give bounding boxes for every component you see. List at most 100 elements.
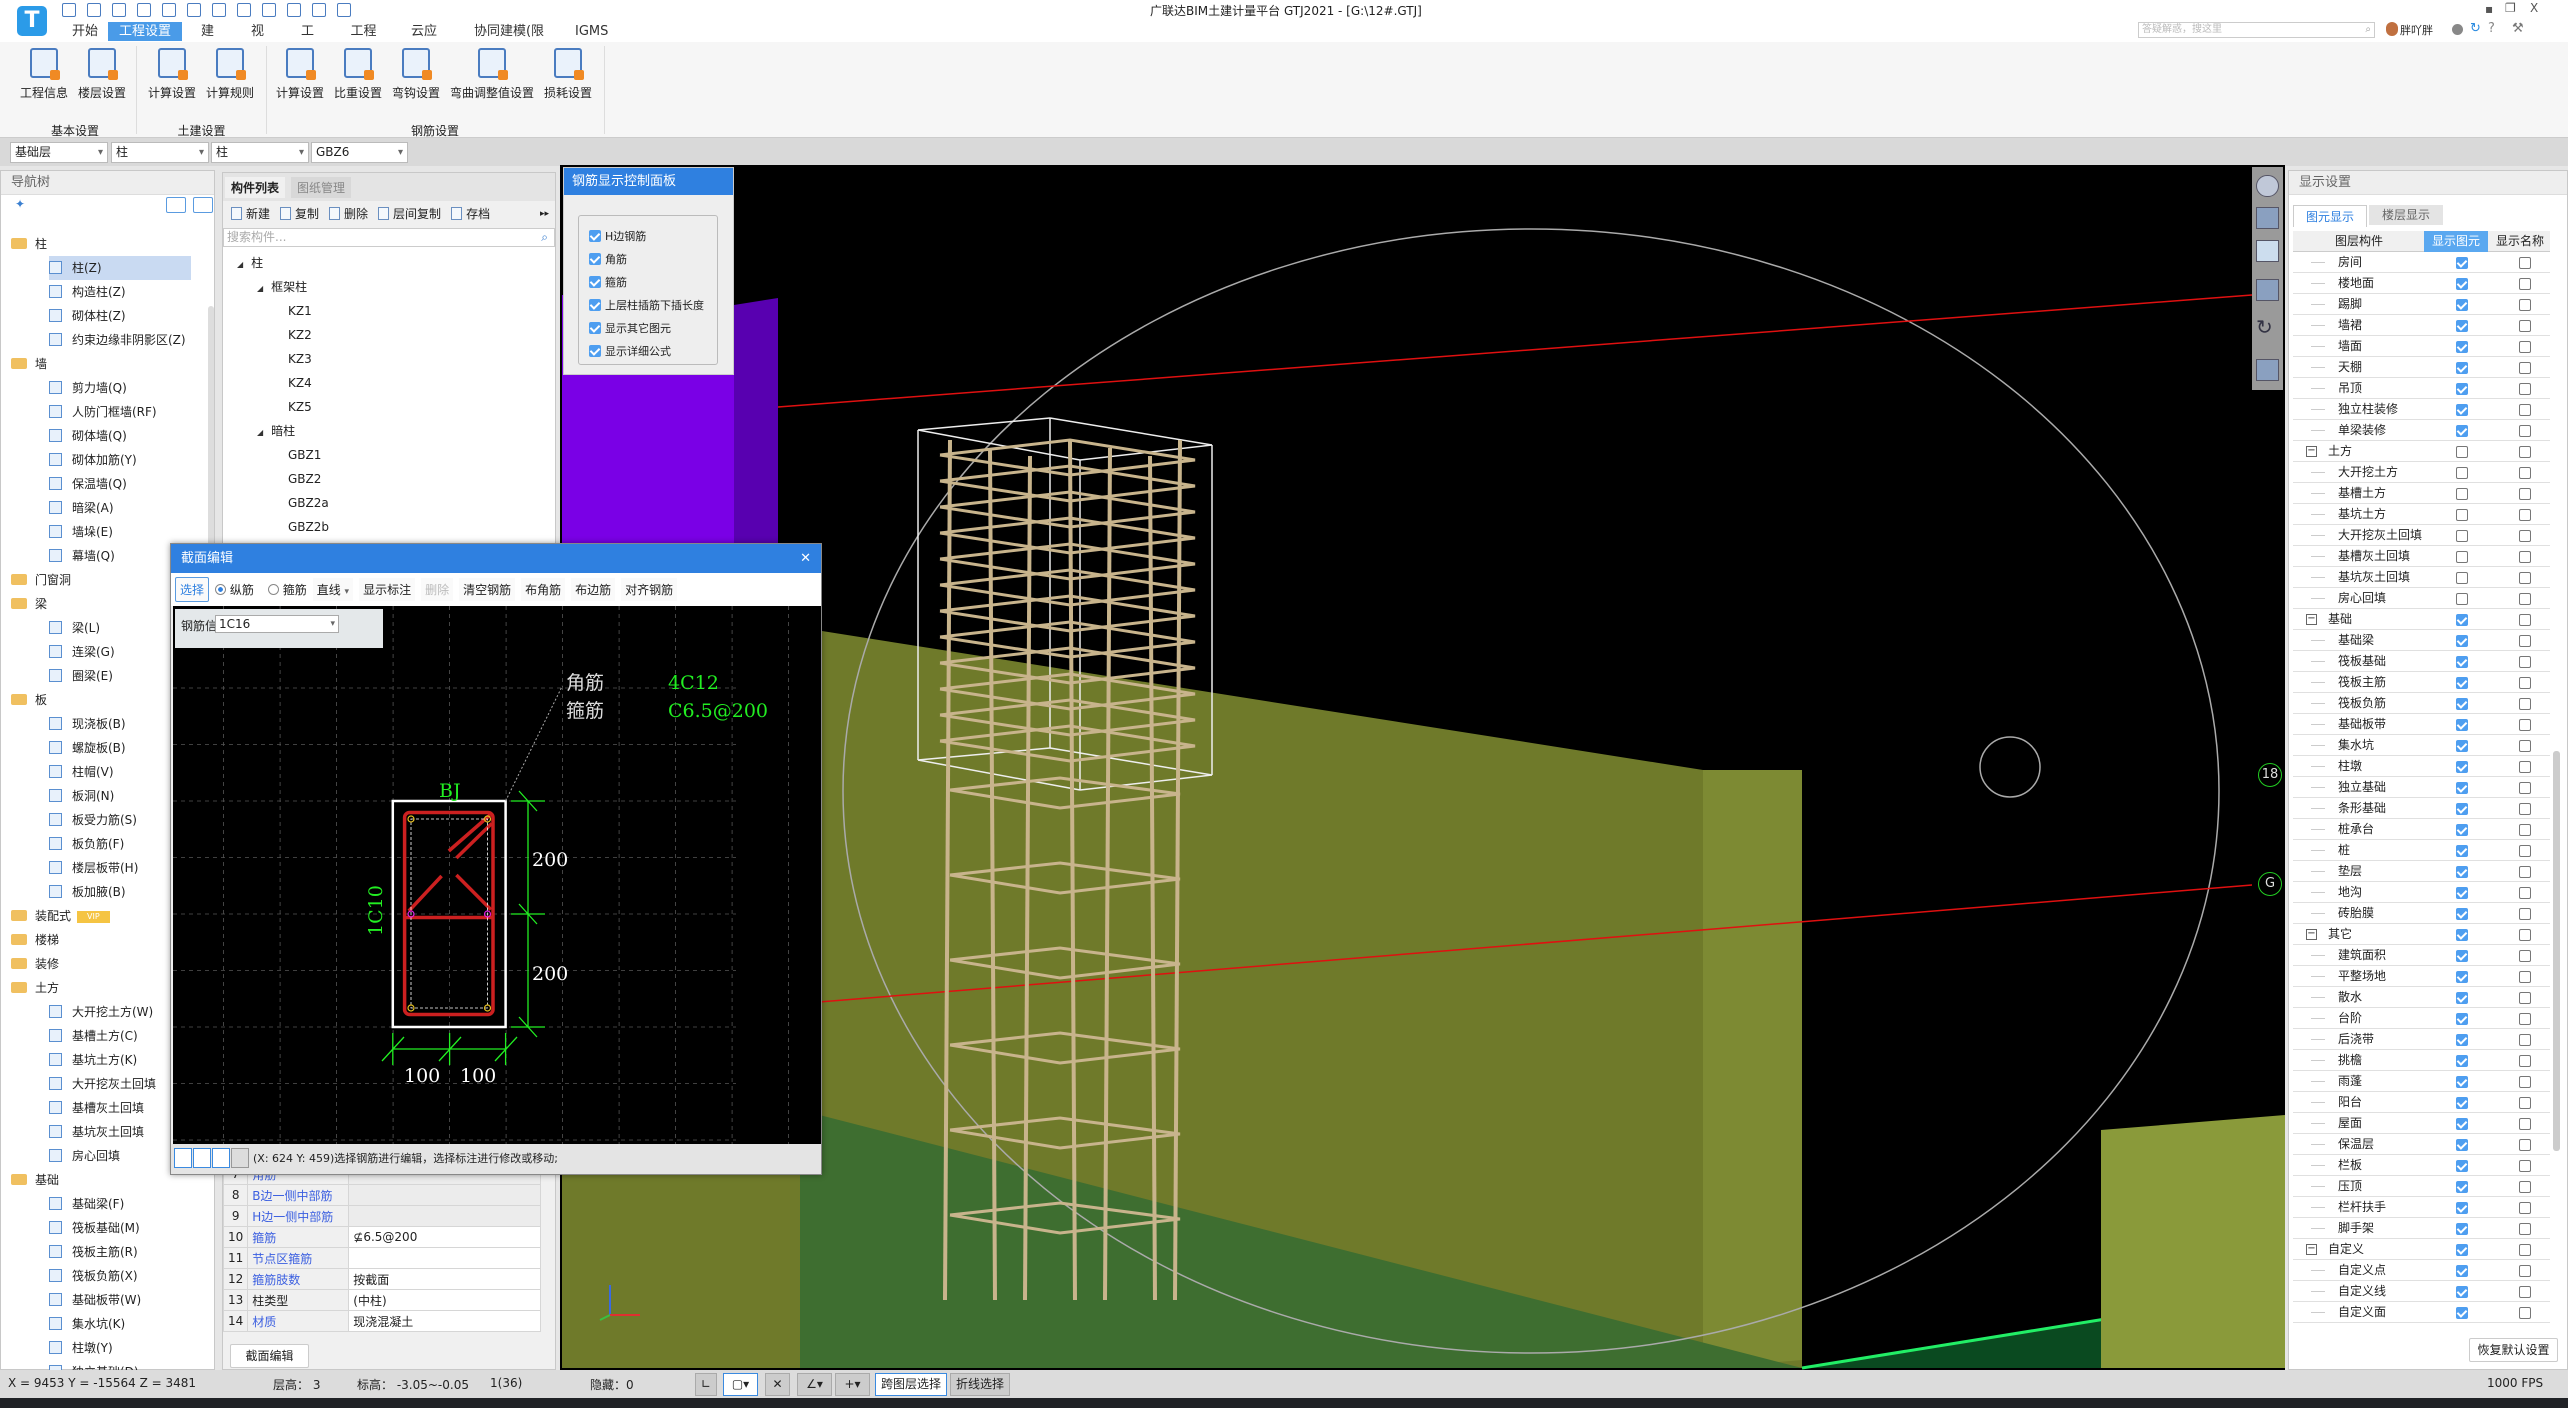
- property-value[interactable]: (中柱): [348, 1289, 542, 1311]
- nav-item[interactable]: 墙垛(E): [49, 520, 113, 544]
- display-row[interactable]: 独立基础: [2293, 777, 2550, 798]
- show-element-checkbox[interactable]: [2431, 1240, 2493, 1261]
- property-row[interactable]: 13 柱类型 (中柱): [222, 1289, 542, 1311]
- display-row[interactable]: 栏杆扶手: [2293, 1197, 2550, 1218]
- stirrup-outer[interactable]: [402, 810, 495, 1017]
- display-row[interactable]: 垫层: [2293, 861, 2550, 882]
- display-row[interactable]: 桩: [2293, 840, 2550, 861]
- display-settings-icon[interactable]: [2256, 359, 2279, 381]
- nav-item[interactable]: 螺旋板(B): [49, 736, 126, 760]
- ribbon-button[interactable]: 计算设置: [143, 46, 201, 101]
- show-name-checkbox[interactable]: [2494, 925, 2551, 946]
- align-rebar-button[interactable]: 对齐钢筋: [621, 578, 678, 601]
- delete-button[interactable]: 删除: [421, 578, 454, 601]
- show-name-checkbox[interactable]: [2494, 505, 2551, 526]
- message-icon[interactable]: [2452, 24, 2463, 35]
- nav-item[interactable]: 梁(L): [49, 616, 100, 640]
- nav-item[interactable]: 基础梁(F): [49, 1192, 124, 1216]
- display-scrollbar[interactable]: [2553, 751, 2560, 1151]
- nav-item[interactable]: 板负筋(F): [49, 832, 124, 856]
- grid-icon[interactable]: [312, 3, 326, 17]
- tab-component-list[interactable]: 构件列表: [225, 177, 286, 198]
- nav-item[interactable]: 砌体加筋(Y): [49, 448, 137, 472]
- angle-icon[interactable]: ∠▾: [797, 1373, 832, 1396]
- component-group[interactable]: ◢ 框架柱: [257, 275, 307, 299]
- show-element-checkbox[interactable]: [2431, 1282, 2493, 1303]
- show-element-checkbox[interactable]: [2431, 694, 2493, 715]
- display-group-row[interactable]: − 基础: [2293, 609, 2550, 630]
- display-row[interactable]: 大开挖灰土回填: [2293, 525, 2550, 546]
- nav-item[interactable]: 砌体柱(Z): [49, 304, 126, 328]
- minimize-icon[interactable]: ▪: [2485, 2, 2493, 16]
- nav-item[interactable]: 板受力筋(S): [49, 808, 137, 832]
- display-row[interactable]: 后浇带: [2293, 1029, 2550, 1050]
- show-element-checkbox[interactable]: [2431, 757, 2493, 778]
- display-row[interactable]: 栏板: [2293, 1155, 2550, 1176]
- display-row[interactable]: 自定义点: [2293, 1260, 2550, 1281]
- show-element-checkbox[interactable]: [2431, 442, 2493, 463]
- display-row[interactable]: 基础梁: [2293, 630, 2550, 651]
- display-row[interactable]: 踢脚: [2293, 294, 2550, 315]
- nav-item[interactable]: 连梁(G): [49, 640, 115, 664]
- component-item[interactable]: GBZ2b: [288, 515, 329, 539]
- display-row[interactable]: 基槽土方: [2293, 483, 2550, 504]
- card-view-icon[interactable]: [193, 197, 213, 213]
- display-row[interactable]: 桩承台: [2293, 819, 2550, 840]
- dim-label[interactable]: 200: [532, 963, 568, 985]
- nav-item[interactable]: 基础板带(W): [49, 1288, 141, 1312]
- show-name-checkbox[interactable]: [2494, 1114, 2551, 1135]
- collapse-icon[interactable]: −: [2306, 1244, 2317, 1255]
- show-name-checkbox[interactable]: [2494, 1240, 2551, 1261]
- show-name-checkbox[interactable]: [2494, 253, 2551, 274]
- ribbon-button[interactable]: 弯钩设置: [387, 46, 445, 101]
- show-element-checkbox[interactable]: [2431, 358, 2493, 379]
- toolbar-button-1[interactable]: 复制: [280, 201, 319, 228]
- list-view-icon[interactable]: [166, 197, 186, 213]
- show-name-checkbox[interactable]: [2494, 484, 2551, 505]
- display-row[interactable]: 台阶: [2293, 1008, 2550, 1029]
- component-item[interactable]: GBZ2a: [288, 491, 329, 515]
- nav-item[interactable]: 筏板负筋(X): [49, 1264, 138, 1288]
- selector-dropdown-0[interactable]: 基础层: [10, 142, 108, 163]
- display-row[interactable]: 基坑土方: [2293, 504, 2550, 525]
- rebar-option[interactable]: 箍筋: [589, 274, 627, 290]
- close-icon[interactable]: ✕: [800, 544, 811, 573]
- export-icon[interactable]: [337, 3, 351, 17]
- show-element-checkbox[interactable]: [2431, 337, 2493, 358]
- display-row[interactable]: 筏板基础: [2293, 651, 2550, 672]
- collapse-icon[interactable]: −: [2306, 614, 2317, 625]
- show-element-checkbox[interactable]: [2431, 295, 2493, 316]
- ribbon-button[interactable]: 计算规则: [201, 46, 259, 101]
- property-value[interactable]: [348, 1205, 542, 1227]
- show-name-checkbox[interactable]: [2494, 946, 2551, 967]
- show-element-checkbox[interactable]: [2431, 715, 2493, 736]
- show-name-checkbox[interactable]: [2494, 631, 2551, 652]
- ribbon-button[interactable]: 比重设置: [329, 46, 387, 101]
- property-row[interactable]: 8 B边一侧中部筋: [222, 1184, 542, 1206]
- show-element-checkbox[interactable]: [2431, 799, 2493, 820]
- component-group[interactable]: ◢ 柱: [237, 251, 263, 275]
- checkbox-icon[interactable]: [589, 299, 601, 311]
- nav-item[interactable]: 大开挖灰土回填: [49, 1072, 156, 1096]
- show-element-checkbox[interactable]: [2431, 1177, 2493, 1198]
- show-name-checkbox[interactable]: [2494, 1072, 2551, 1093]
- place-side-rebar-button[interactable]: 布边筋: [571, 578, 616, 601]
- nav-item[interactable]: 基坑土方(K): [49, 1048, 137, 1072]
- nav-item[interactable]: 幕墙(Q): [49, 544, 115, 568]
- show-name-checkbox[interactable]: [2494, 799, 2551, 820]
- radio-longitudinal[interactable]: 纵筋: [215, 581, 254, 598]
- component-item[interactable]: GBZ2: [288, 467, 321, 491]
- display-row[interactable]: 集水坑: [2293, 735, 2550, 756]
- nav-item[interactable]: 保温墙(Q): [49, 472, 127, 496]
- show-element-checkbox[interactable]: [2431, 1051, 2493, 1072]
- corner-rebar-value[interactable]: 4C12: [668, 672, 719, 694]
- property-row[interactable]: 12 箍筋肢数 按截面: [222, 1268, 542, 1290]
- show-element-checkbox[interactable]: [2431, 589, 2493, 610]
- show-element-checkbox[interactable]: [2431, 1114, 2493, 1135]
- save-icon[interactable]: [112, 3, 126, 17]
- radio-stirrup[interactable]: 箍筋: [267, 581, 307, 598]
- stirrup-value[interactable]: C6.5@200: [668, 700, 768, 722]
- show-name-checkbox[interactable]: [2494, 1198, 2551, 1219]
- toolbar-button-3[interactable]: 层间复制: [378, 201, 441, 228]
- property-row[interactable]: 10 箍筋 ⊈6.5@200: [222, 1226, 542, 1248]
